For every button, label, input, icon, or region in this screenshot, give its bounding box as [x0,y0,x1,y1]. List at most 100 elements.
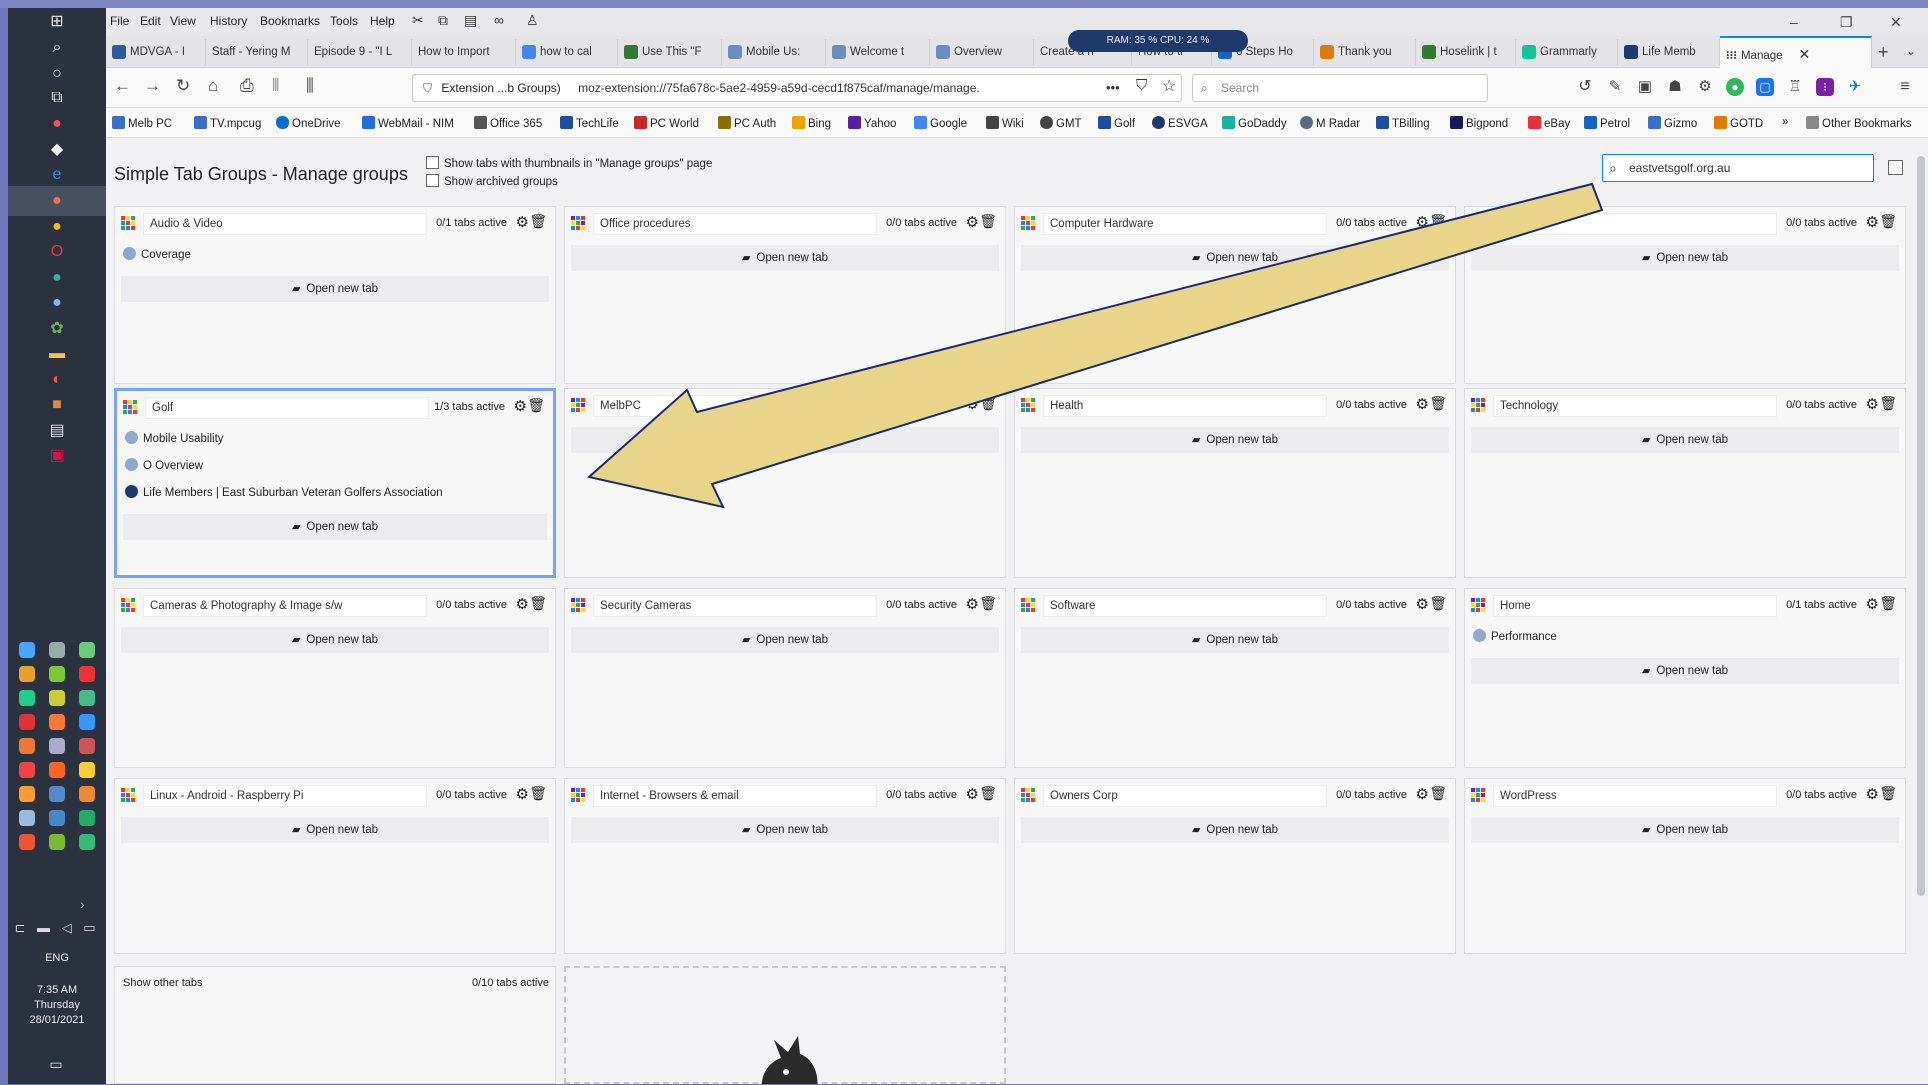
group-name-input[interactable]: Cameras & Photography & Image s/w [143,595,427,617]
open-new-tab-button[interactable]: ▰ Open new tab [571,245,999,271]
extension-icon[interactable]: ⚙ [1696,78,1714,96]
group-tab-item[interactable]: Performance [1473,629,1557,643]
tray-icon[interactable] [79,762,95,778]
group-icon[interactable] [571,216,586,231]
app-icon[interactable]: ◆ [42,138,72,162]
bookmark-item[interactable]: WebMail - NIM [362,116,454,130]
app-icon[interactable]: ◐ [42,368,72,392]
firefox-icon[interactable]: ● [42,189,72,213]
group-name-input[interactable]: Security Cameras [593,595,877,617]
tab-group-card[interactable]: Technology 0/0 tabs active ⚙ 🗑 ▰ Open new tab [1464,388,1906,578]
bookmark-item[interactable]: GMT [1040,116,1082,130]
gear-icon[interactable]: ⚙ [516,785,529,803]
tray-icon[interactable] [49,666,65,682]
search-input[interactable]: ⌕ Search [1192,74,1488,102]
extension-identity[interactable]: Extension ...b Groups) [441,81,560,95]
trash-icon[interactable]: 🗑 [527,397,545,414]
gear-icon[interactable]: ⚙ [1416,395,1429,413]
chevron-down-icon[interactable]: ⌄ [1906,44,1916,58]
bookmark-item[interactable]: Petrol [1584,116,1630,130]
bookmark-item[interactable]: Office 365 [474,116,542,130]
group-icon[interactable] [1021,788,1036,803]
task-view-icon[interactable]: ⧉ [42,86,72,110]
gear-icon[interactable]: ⚙ [514,397,527,415]
bookmark-item[interactable]: PC World [634,116,699,130]
gear-icon[interactable]: ⚙ [516,595,529,613]
tray-icon[interactable] [49,762,65,778]
tray-icon[interactable] [19,786,35,802]
scrollbar-thumb[interactable] [1917,156,1925,896]
tab-group-card[interactable]: Software 0/0 tabs active ⚙ 🗑 ▰ Open new tab [1014,588,1456,768]
eyedropper-icon[interactable]: ✎ [1606,78,1624,96]
tray-icon[interactable] [79,714,95,730]
browser-tab[interactable]: Welcome t [826,39,930,65]
trash-icon[interactable]: 🗑 [529,595,547,612]
bookmark-item[interactable]: Bing [792,116,831,130]
gear-icon[interactable]: ⚙ [1866,785,1879,803]
gear-icon[interactable]: ⚙ [1866,213,1879,231]
tray-icon[interactable] [49,642,65,658]
tray-icon[interactable] [49,834,65,850]
cortana-icon[interactable]: ○ [42,62,72,86]
app-icon[interactable]: ▤ [42,419,72,443]
gear-icon[interactable]: ⚙ [1416,213,1429,231]
opera-icon[interactable]: O [42,240,72,264]
bookmark-item[interactable]: GoDaddy [1222,116,1287,130]
group-icon[interactable] [1471,216,1486,231]
copy-icon[interactable]: ⧉ [438,12,448,29]
app-icon[interactable]: ▣ [42,444,72,468]
tab-group-card[interactable]: WordPress 0/0 tabs active ⚙ 🗑 ▰ Open new tab [1464,778,1906,954]
trash-icon[interactable]: 🗑 [1429,395,1447,412]
group-icon[interactable] [1471,598,1486,613]
group-name-input[interactable]: WordPress [1493,785,1777,807]
other-bookmarks[interactable]: Other Bookmarks [1806,116,1911,130]
forward-icon[interactable]: → [144,76,161,96]
notification-icon[interactable]: ▭ [44,1056,68,1076]
tray-icon[interactable] [79,666,95,682]
browser-tab[interactable]: Episode 9 - "I L [308,39,412,65]
tray-icon[interactable] [49,738,65,754]
bookmark-item[interactable]: Gizmo [1648,116,1697,130]
extension-icon[interactable]: ♖ [1786,78,1804,96]
system-status-icons[interactable]: ⊏ ▬ ◁ ▭ [12,920,102,936]
gear-icon[interactable]: ⚙ [1866,395,1879,413]
group-icon[interactable] [571,598,586,613]
menu-bookmarks[interactable]: Bookmarks [260,14,320,28]
tray-icon[interactable] [79,834,95,850]
browser-tab[interactable]: Use This "F [618,39,722,65]
group-icon[interactable] [121,598,136,613]
cut-icon[interactable]: ✂ [412,12,424,29]
tab-group-card[interactable]: Progress 0/0 tabs active ⚙ 🗑 ▰ Open new tab [1464,206,1906,384]
bookmark-item[interactable]: PC Auth [718,116,776,130]
trash-icon[interactable]: 🗑 [529,213,547,230]
open-new-tab-button[interactable]: ▰ Open new tab [571,427,999,453]
tab-group-card[interactable]: Home 0/1 tabs active ⚙ 🗑 Performance ▰ Open ne… [1464,588,1906,768]
open-new-tab-button[interactable]: ▰ Open new tab [123,514,547,540]
menu-tools[interactable]: Tools [330,14,358,28]
bookmark-item[interactable]: OneDrive [276,116,341,130]
group-icon[interactable] [1021,598,1036,613]
bookmark-item[interactable]: Yahoo [848,116,896,130]
group-icon[interactable] [1021,216,1036,231]
print-icon[interactable]: ⎙ [240,76,254,96]
tray-icon[interactable] [49,810,65,826]
extension-icon[interactable]: ✈ [1846,78,1864,96]
create-new-group-dropzone[interactable] [564,966,1006,1084]
bookmark-item[interactable]: TV.mpcug [194,116,261,130]
open-new-tab-button[interactable]: ▰ Open new tab [571,817,999,843]
open-new-tab-button[interactable]: ▰ Open new tab [1471,245,1899,271]
search-icon[interactable]: ⌕ [42,36,72,60]
bookmark-item[interactable]: Golf [1098,116,1135,130]
group-name-input[interactable]: MelbPC [593,395,877,417]
gear-icon[interactable]: ⚙ [516,213,529,231]
tray-icon[interactable] [19,810,35,826]
tab-group-card[interactable]: MelbPC 0/0 tabs active ⚙ 🗑 ▰ Open new tab [564,388,1006,578]
tray-icon[interactable] [79,642,95,658]
gear-icon[interactable]: ⚙ [966,785,979,803]
sidebar-icon[interactable]: ▣ [1636,78,1654,96]
tray-icon[interactable] [19,690,35,706]
bookmark-item[interactable]: Melb PC [112,116,172,130]
bookmark-item[interactable]: GOTD [1714,116,1763,130]
history-icon[interactable]: ↺ [1576,78,1594,96]
app-icon[interactable]: ✿ [42,317,72,341]
